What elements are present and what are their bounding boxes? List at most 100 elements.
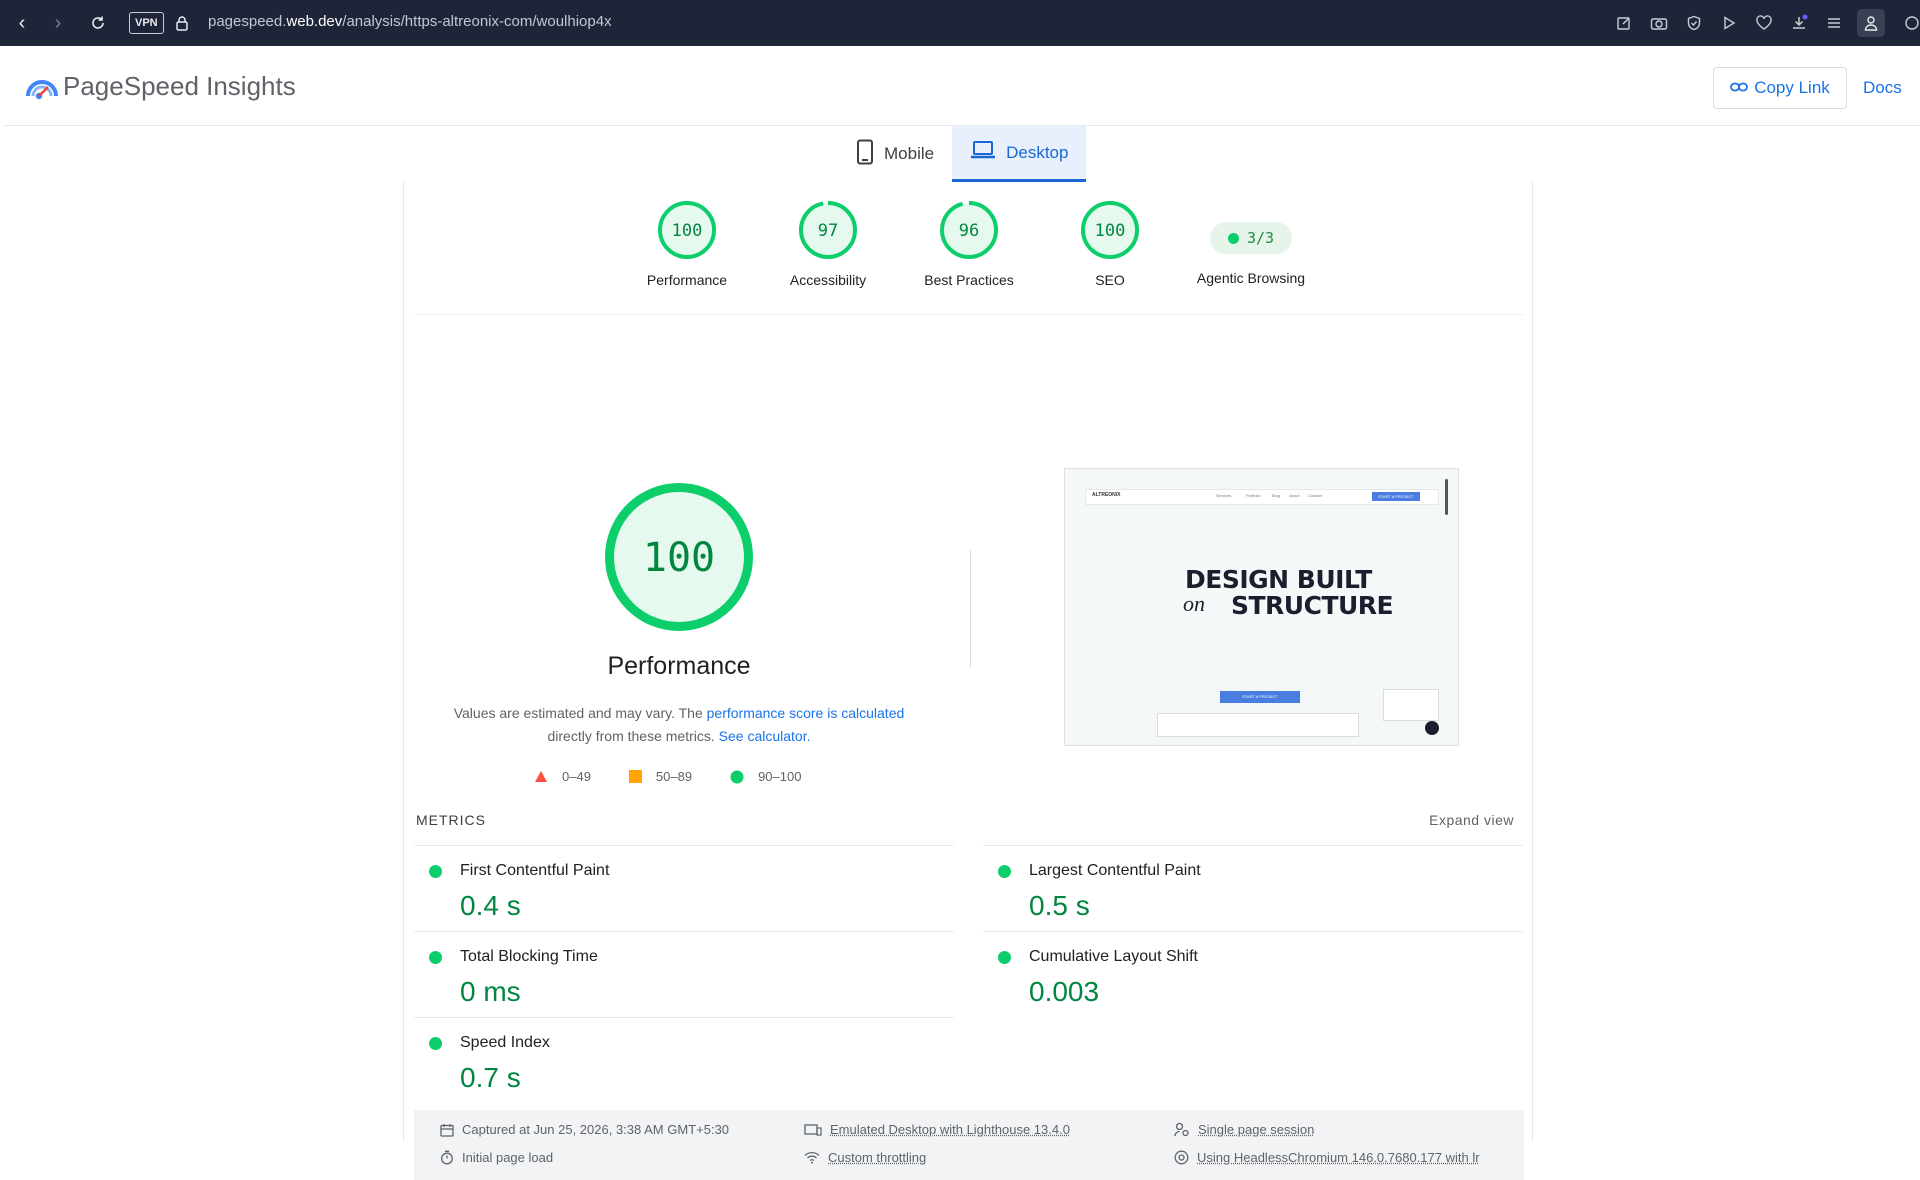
- captured-text: Captured at Jun 25, 2026, 3:38 AM GMT+5:…: [462, 1122, 729, 1137]
- heart-icon[interactable]: [1752, 11, 1776, 35]
- gauge-score: 100: [1095, 221, 1126, 241]
- gauge-performance[interactable]: 100 Performance: [617, 200, 757, 288]
- phone-icon: [856, 139, 874, 170]
- see-calculator-link[interactable]: See calculator.: [719, 728, 811, 744]
- metrics-heading: METRICS: [416, 812, 486, 828]
- screenshot-brand: ALTREONIX: [1092, 492, 1121, 498]
- initial-load-info: Initial page load: [440, 1150, 553, 1165]
- desc-text: Values are estimated and may vary. The: [454, 705, 707, 721]
- legend-range: 50–89: [656, 769, 692, 784]
- final-screenshot[interactable]: ALTREONIX Services Portfolio Blog About …: [1064, 468, 1459, 746]
- metric-label: Largest Contentful Paint: [1029, 862, 1201, 880]
- wifi-icon: [804, 1151, 820, 1164]
- big-gauge-ring: 100: [604, 482, 754, 632]
- screenshot-headline-on: on: [1183, 591, 1205, 617]
- report-card: 100 Performance 97 Accessibility 96 Best Pr…: [403, 182, 1533, 1142]
- pass-dot-icon: [998, 865, 1011, 878]
- screenshot-headline-2: STRUCTURE: [1231, 591, 1393, 620]
- session-text: Single page session: [1198, 1122, 1314, 1137]
- copy-link-button[interactable]: Copy Link: [1713, 67, 1847, 109]
- shield-icon[interactable]: [1682, 11, 1706, 35]
- extension-icon[interactable]: [1900, 11, 1920, 35]
- download-icon[interactable]: [1787, 11, 1811, 35]
- metric-label: Cumulative Layout Shift: [1029, 948, 1198, 966]
- pass-dot-icon: [1228, 233, 1239, 244]
- forward-icon[interactable]: ›: [46, 11, 70, 35]
- screenshot-nav-item: Portfolio: [1246, 493, 1261, 498]
- gauge-best-practices[interactable]: 96 Best Practices: [899, 200, 1039, 288]
- gauge-seo[interactable]: 100 SEO: [1040, 200, 1180, 288]
- category-gauges: 100 Performance 97 Accessibility 96 Best Pr…: [404, 182, 1532, 312]
- screenshot-nav-item: Contact: [1308, 493, 1322, 498]
- metric-tbt[interactable]: Total Blocking Time 0 ms: [414, 931, 954, 1018]
- gauge-label: Agentic Browsing: [1181, 270, 1321, 286]
- legend-range: 90–100: [758, 769, 801, 784]
- performance-title: Performance: [404, 652, 954, 681]
- score-legend: 0–49 50–89 90–100: [534, 769, 839, 784]
- lock-icon[interactable]: [170, 11, 194, 35]
- play-icon[interactable]: [1717, 11, 1741, 35]
- square-icon: [629, 770, 642, 783]
- screenshot-scrollbar: [1445, 479, 1448, 515]
- screenshot-cookie-bar: [1157, 713, 1359, 737]
- screenshot-nav-item: About: [1289, 493, 1299, 498]
- gauge-accessibility[interactable]: 97 Accessibility: [758, 200, 898, 288]
- metric-lcp[interactable]: Largest Contentful Paint 0.5 s: [983, 845, 1523, 932]
- session-icon: [1174, 1122, 1190, 1137]
- legend-item-pass: 90–100: [730, 769, 801, 784]
- tab-mobile[interactable]: Mobile: [838, 126, 952, 182]
- pagespeed-logo-icon[interactable]: [25, 70, 59, 104]
- throttling-text: Custom throttling: [828, 1150, 926, 1165]
- docs-link[interactable]: Docs: [1863, 78, 1902, 98]
- screenshot-nav: ALTREONIX Services Portfolio Blog About …: [1085, 489, 1439, 505]
- screenshot-chat-bubble: [1383, 689, 1439, 721]
- pass-dot-icon: [429, 951, 442, 964]
- vpn-badge[interactable]: VPN: [129, 12, 164, 34]
- metric-value: 0 ms: [460, 976, 521, 1008]
- screenshot-nav-item: Blog: [1272, 493, 1280, 498]
- back-icon[interactable]: ‹: [10, 11, 34, 35]
- reload-icon[interactable]: [86, 11, 110, 35]
- gauge-agentic-browsing[interactable]: 3/3 Agentic Browsing: [1181, 200, 1321, 286]
- browser-text: Using HeadlessChromium 146.0.7680.177 wi…: [1197, 1150, 1480, 1165]
- browser-info[interactable]: Using HeadlessChromium 146.0.7680.177 wi…: [1174, 1150, 1480, 1165]
- menu-icon[interactable]: [1822, 11, 1846, 35]
- url-path: /analysis/https-altreonix-com/woulhiop4x: [342, 13, 611, 30]
- session-info[interactable]: Single page session: [1174, 1122, 1314, 1137]
- metric-value: 0.003: [1029, 976, 1099, 1008]
- camera-icon[interactable]: [1647, 11, 1671, 35]
- gauge-score: 96: [959, 221, 979, 241]
- throttling-info[interactable]: Custom throttling: [804, 1150, 926, 1165]
- edit-icon[interactable]: [1612, 11, 1636, 35]
- profile-icon[interactable]: [1857, 9, 1885, 37]
- app-header: PageSpeed Insights Copy Link Docs: [3, 50, 1920, 126]
- agentic-score: 3/3: [1247, 229, 1274, 247]
- tab-desktop[interactable]: Desktop: [952, 126, 1086, 182]
- gauge-ring: 100: [1080, 200, 1140, 260]
- metric-label: Total Blocking Time: [460, 948, 598, 966]
- gauge-label: Performance: [617, 272, 757, 288]
- metric-label: First Contentful Paint: [460, 862, 609, 880]
- app-title[interactable]: PageSpeed Insights: [63, 71, 296, 102]
- emulated-info[interactable]: Emulated Desktop with Lighthouse 13.4.0: [804, 1122, 1070, 1137]
- expand-view-button[interactable]: Expand view: [1429, 812, 1514, 828]
- device-tabs: Mobile Desktop: [838, 126, 1086, 182]
- emulated-text: Emulated Desktop with Lighthouse 13.4.0: [830, 1122, 1070, 1137]
- gauge-label: SEO: [1040, 272, 1180, 288]
- link-icon: [1730, 78, 1748, 98]
- screenshot-chat-icon: [1425, 721, 1439, 735]
- metric-cls[interactable]: Cumulative Layout Shift 0.003: [983, 931, 1523, 1018]
- screenshot-headline-1: DESIGN BUILT: [1185, 565, 1372, 594]
- metric-speed-index[interactable]: Speed Index 0.7 s: [414, 1017, 954, 1104]
- url-prefix: pagespeed.: [208, 13, 286, 30]
- performance-description: Values are estimated and may vary. The p…: [444, 702, 914, 748]
- gauge-ring: 97: [798, 200, 858, 260]
- desc-text: directly from these metrics.: [548, 728, 719, 744]
- address-bar[interactable]: pagespeed.web.dev/analysis/https-altreon…: [208, 13, 612, 30]
- calendar-icon: [440, 1123, 454, 1137]
- score-calculated-link[interactable]: performance score is calculated: [707, 705, 905, 721]
- triangle-icon: [534, 770, 548, 783]
- pass-dot-icon: [998, 951, 1011, 964]
- metric-fcp[interactable]: First Contentful Paint 0.4 s: [414, 845, 954, 932]
- laptop-icon: [970, 140, 996, 165]
